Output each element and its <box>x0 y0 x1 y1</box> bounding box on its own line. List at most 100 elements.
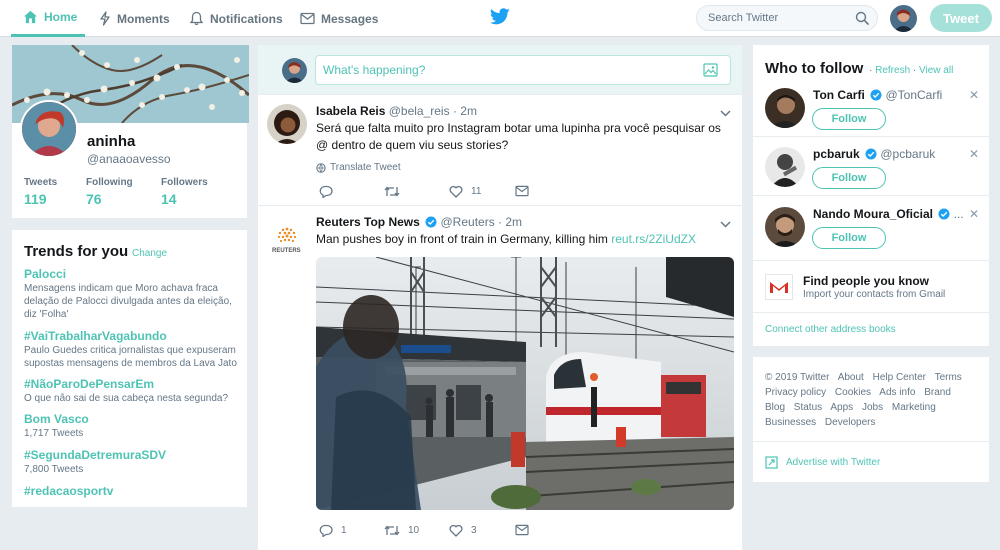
retweet-button[interactable] <box>384 185 408 198</box>
trend-item[interactable]: #redacaosportv <box>24 484 244 498</box>
tweet-author-name[interactable]: Reuters Top News <box>316 215 420 229</box>
retweet-button[interactable]: 10 <box>384 524 419 537</box>
reply-button[interactable]: 1 <box>319 524 347 537</box>
suggestion-avatar[interactable] <box>765 88 805 128</box>
close-icon[interactable]: ✕ <box>969 147 979 161</box>
close-icon[interactable]: ✕ <box>969 88 979 102</box>
search-input[interactable] <box>697 6 847 30</box>
external-link-icon <box>765 456 778 469</box>
footer-link[interactable]: Apps <box>830 402 853 413</box>
connect-address-books-link[interactable]: Connect other address books <box>765 324 896 335</box>
nav-notifications-label: Notifications <box>210 11 283 26</box>
search-icon[interactable] <box>855 11 869 25</box>
stat-followers-label: Followers <box>161 177 208 188</box>
twitter-bird-icon[interactable] <box>490 8 510 25</box>
tweet[interactable]: Isabela Reis @bela_reis · 2m Será que fa… <box>258 96 742 206</box>
advertise-link[interactable]: Advertise with Twitter <box>765 456 880 469</box>
tweet-media-image[interactable] <box>316 257 734 510</box>
refresh-link[interactable]: Refresh <box>875 65 910 76</box>
photo-icon[interactable] <box>703 63 718 77</box>
suggestion-handle[interactable]: @TonCarfi <box>885 88 942 102</box>
footer-link[interactable]: Privacy policy <box>765 387 826 398</box>
stat-followers[interactable]: Followers 14 <box>161 177 208 207</box>
tweet-author-name[interactable]: Isabela Reis <box>316 104 385 118</box>
profile-card: aninha @anaaoavesso Tweets 119 Following… <box>11 44 249 219</box>
profile-avatar[interactable] <box>20 100 78 158</box>
reply-icon <box>319 524 333 537</box>
trend-description: 1,717 Tweets <box>24 428 84 439</box>
like-count: 3 <box>471 525 477 536</box>
suggestion-handle[interactable]: ... <box>954 207 964 221</box>
compose-input[interactable] <box>316 56 676 84</box>
footer-link[interactable]: Terms <box>935 372 962 383</box>
like-button[interactable]: 11 <box>449 185 481 198</box>
footer-link[interactable]: Help Center <box>873 372 926 383</box>
view-all-link[interactable]: View all <box>919 65 953 76</box>
suggestion-name[interactable]: Ton Carfi <box>813 88 865 102</box>
reply-icon <box>319 185 333 198</box>
stat-following[interactable]: Following 76 <box>86 177 133 207</box>
footer-link[interactable]: Developers <box>825 417 876 428</box>
follow-button[interactable]: Follow <box>812 227 886 249</box>
suggestion-name-row: Ton Carfi @TonCarfi <box>813 88 942 102</box>
tweet-time[interactable]: · 2m <box>498 215 522 229</box>
reply-button[interactable] <box>319 185 341 198</box>
suggestion-avatar[interactable] <box>765 207 805 247</box>
trend-item[interactable]: #SegundaDetremuraSDV 7,800 Tweets <box>24 448 244 476</box>
close-icon[interactable]: ✕ <box>969 207 979 221</box>
translate-tweet-link[interactable]: Translate Tweet <box>316 162 401 173</box>
nav-moments[interactable]: Moments <box>99 0 170 37</box>
globe-icon <box>316 162 326 173</box>
footer-link[interactable]: Blog <box>765 402 785 413</box>
trend-item[interactable]: Bom Vasco 1,717 Tweets <box>24 412 244 440</box>
follow-button[interactable]: Follow <box>812 167 886 189</box>
tweet-button[interactable]: Tweet <box>930 4 992 32</box>
chevron-down-icon[interactable] <box>720 221 731 228</box>
who-to-follow-card: Who to follow · Refresh · View all Ton C… <box>752 44 990 347</box>
user-avatar[interactable] <box>890 5 917 32</box>
nav-notifications[interactable]: Notifications <box>189 0 283 37</box>
footer-link[interactable]: Jobs <box>862 402 883 413</box>
top-navigation-bar: Home Moments Notifications Messages Twee… <box>0 0 1000 37</box>
nav-home[interactable]: Home <box>11 0 85 37</box>
direct-message-button[interactable] <box>515 524 537 536</box>
profile-handle[interactable]: @anaaoavesso <box>87 152 171 166</box>
trends-change-link[interactable]: Change <box>132 248 167 259</box>
suggestion-name[interactable]: Nando Moura_Oficial <box>813 207 933 221</box>
trend-item[interactable]: Palocci Mensagens indicam que Moro achav… <box>24 267 244 321</box>
trend-item[interactable]: #VaiTrabalharVagabundo Paulo Guedes crit… <box>24 329 244 370</box>
footer-link[interactable]: Brand <box>924 387 951 398</box>
tweet-time[interactable]: · 2m <box>453 104 477 118</box>
tweet-avatar[interactable]: REUTERS <box>267 219 307 259</box>
trend-item[interactable]: #NãoParoDePensarEm O que não sai de sua … <box>24 377 244 405</box>
suggestion-handle[interactable]: @pcbaruk <box>880 147 935 161</box>
tweet-author-handle[interactable]: @Reuters <box>441 215 495 229</box>
translate-tweet-label: Translate Tweet <box>330 162 401 173</box>
like-button[interactable]: 3 <box>449 524 477 537</box>
tweet-link[interactable]: reut.rs/2ZiUdZX <box>611 232 696 246</box>
follow-button[interactable]: Follow <box>812 108 886 130</box>
direct-message-button[interactable] <box>515 185 537 197</box>
verified-badge-icon <box>865 148 877 160</box>
follow-suggestion: Ton Carfi @TonCarfi ✕ Follow <box>753 88 989 137</box>
tweet-avatar[interactable] <box>267 104 307 144</box>
verified-badge-icon <box>425 216 437 228</box>
footer-link[interactable]: © 2019 Twitter <box>765 372 829 383</box>
tweet[interactable]: REUTERS Reuters Top News @Reuters · 2m M… <box>258 207 742 550</box>
timeline: Isabela Reis @bela_reis · 2m Será que fa… <box>257 44 743 550</box>
footer-link[interactable]: Cookies <box>835 387 871 398</box>
nav-messages[interactable]: Messages <box>300 0 378 37</box>
footer-card: © 2019 Twitter About Help Center Terms P… <box>752 356 990 483</box>
footer-link[interactable]: Businesses <box>765 417 816 428</box>
footer-link[interactable]: About <box>838 372 864 383</box>
stat-tweets[interactable]: Tweets 119 <box>24 177 57 207</box>
suggestion-name[interactable]: pcbaruk <box>813 147 860 161</box>
tweet-text: Man pushes boy in front of train in Germ… <box>316 231 726 248</box>
suggestion-avatar[interactable] <box>765 147 805 187</box>
tweet-author-handle[interactable]: @bela_reis <box>389 104 450 118</box>
footer-link[interactable]: Ads info <box>879 387 915 398</box>
footer-link[interactable]: Marketing <box>892 402 936 413</box>
footer-link[interactable]: Status <box>794 402 822 413</box>
chevron-down-icon[interactable] <box>720 110 731 117</box>
profile-name[interactable]: aninha <box>87 133 135 150</box>
